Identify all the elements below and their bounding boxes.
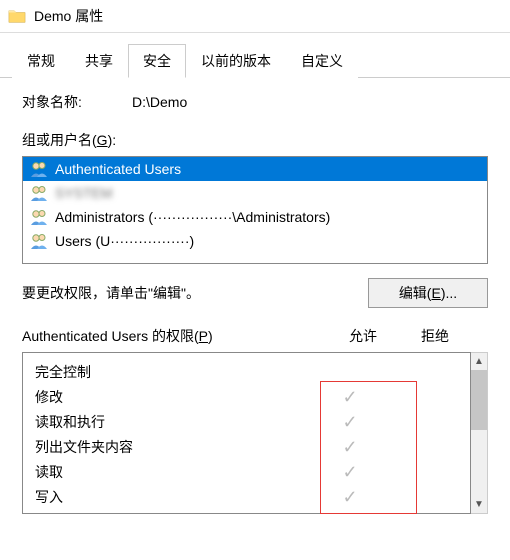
permissions-area: 完全控制 修改 ✓ 读取和执行 ✓ 列出文件夹内容 ✓ xyxy=(22,352,488,514)
edit-row: 要更改权限，请单击"编辑"。 编辑(E)... xyxy=(22,278,488,308)
list-item-label: SYSTEM xyxy=(55,185,113,201)
permissions-label: Authenticated Users 的权限(P) xyxy=(22,326,327,346)
permission-row: 写入 ✓ xyxy=(23,484,470,509)
permission-row: 读取和执行 ✓ xyxy=(23,409,470,434)
permission-name: 列出文件夹内容 xyxy=(35,437,314,457)
users-icon xyxy=(29,160,49,178)
scroll-track[interactable] xyxy=(471,430,487,496)
allow-column-header: 允许 xyxy=(327,326,399,346)
edit-button[interactable]: 编辑(E)... xyxy=(368,278,488,308)
permission-name: 写入 xyxy=(35,487,314,507)
list-item-label: Administrators (·················\Admini… xyxy=(55,209,330,225)
permissions-listbox[interactable]: 完全控制 修改 ✓ 读取和执行 ✓ 列出文件夹内容 ✓ xyxy=(22,352,471,514)
scroll-down-button[interactable]: ▼ xyxy=(471,496,487,513)
list-item[interactable]: SYSTEM xyxy=(23,181,487,205)
security-panel: 对象名称: D:\Demo 组或用户名(G): Authenticated Us… xyxy=(0,78,510,514)
scroll-up-button[interactable]: ▲ xyxy=(471,353,487,370)
object-name-row: 对象名称: D:\Demo xyxy=(22,92,488,112)
object-name-label: 对象名称: xyxy=(22,92,132,112)
edit-hint: 要更改权限，请单击"编辑"。 xyxy=(22,283,358,303)
permission-row: 列出文件夹内容 ✓ xyxy=(23,434,470,459)
users-icon xyxy=(29,184,49,202)
deny-column-header: 拒绝 xyxy=(399,326,471,346)
list-item-label: Authenticated Users xyxy=(55,161,181,177)
allow-cell: ✓ xyxy=(314,388,386,406)
allow-cell: ✓ xyxy=(314,463,386,481)
permission-name: 完全控制 xyxy=(35,362,314,382)
titlebar: Demo 属性 xyxy=(0,0,510,33)
folder-icon xyxy=(8,8,26,24)
tab-security[interactable]: 安全 xyxy=(128,44,186,78)
scroll-thumb[interactable] xyxy=(471,370,487,430)
permission-row: 完全控制 xyxy=(23,359,470,384)
allow-cell: ✓ xyxy=(314,488,386,506)
permissions-header: Authenticated Users 的权限(P) 允许 拒绝 xyxy=(22,326,488,346)
tab-previous-versions[interactable]: 以前的版本 xyxy=(186,44,286,78)
users-icon xyxy=(29,208,49,226)
permission-row: 修改 ✓ xyxy=(23,384,470,409)
permission-row: 读取 ✓ xyxy=(23,459,470,484)
tab-bar: 常规 共享 安全 以前的版本 自定义 xyxy=(0,33,510,78)
list-item[interactable]: Users (U·················) xyxy=(23,229,487,253)
permission-name: 修改 xyxy=(35,387,314,407)
groups-listbox[interactable]: Authenticated Users SYSTEM Administrator… xyxy=(22,156,488,264)
tab-sharing[interactable]: 共享 xyxy=(70,44,128,78)
tab-customize[interactable]: 自定义 xyxy=(286,44,358,78)
allow-cell: ✓ xyxy=(314,438,386,456)
list-item[interactable]: Authenticated Users xyxy=(23,157,487,181)
list-item-label: Users (U·················) xyxy=(55,233,194,249)
window-title: Demo 属性 xyxy=(34,6,103,26)
permission-name: 读取 xyxy=(35,462,314,482)
list-item[interactable]: Administrators (·················\Admini… xyxy=(23,205,487,229)
permission-name: 读取和执行 xyxy=(35,412,314,432)
users-icon xyxy=(29,232,49,250)
permissions-scrollbar[interactable]: ▲ ▼ xyxy=(471,352,488,514)
allow-cell: ✓ xyxy=(314,413,386,431)
tab-general[interactable]: 常规 xyxy=(12,44,70,78)
object-path: D:\Demo xyxy=(132,94,187,110)
groups-label: 组或用户名(G): xyxy=(22,130,488,150)
